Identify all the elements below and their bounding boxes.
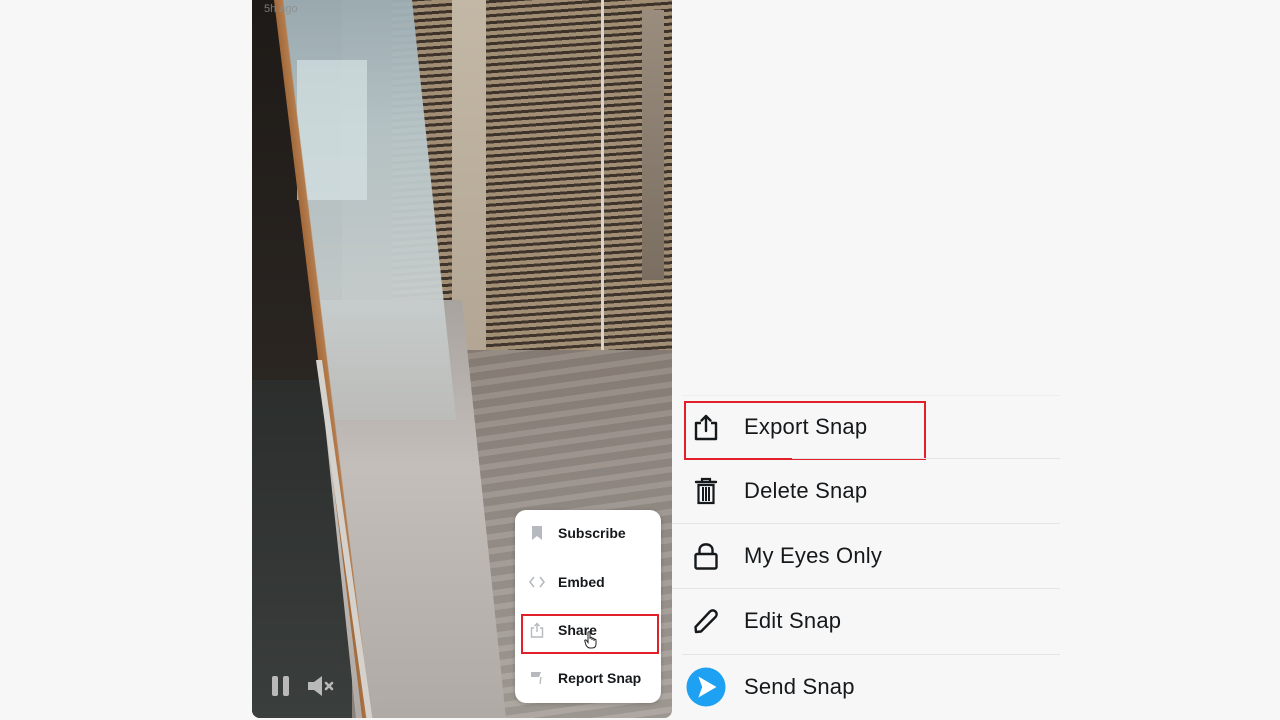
menu-item-label: Delete Snap — [744, 478, 868, 503]
popup-item-embed[interactable]: Embed — [515, 564, 661, 600]
menu-item-label: Send Snap — [744, 674, 855, 699]
pause-icon — [272, 676, 289, 696]
menu-item-label: Edit Snap — [744, 608, 842, 633]
mute-button[interactable] — [306, 674, 338, 698]
pencil-icon — [686, 601, 726, 641]
send-arrow-icon — [686, 667, 726, 707]
snap-action-menu: Export Snap Delete Snap My Eyes Only Edi… — [672, 395, 1060, 720]
export-highlight-box — [684, 401, 926, 460]
popup-item-label: Subscribe — [558, 525, 626, 541]
muted-speaker-icon — [308, 676, 334, 696]
code-brackets-icon — [529, 574, 545, 590]
menu-item-my-eyes-only[interactable]: My Eyes Only — [672, 524, 1060, 588]
hand-pointer-cursor-icon — [584, 631, 597, 649]
popup-item-label: Embed — [558, 574, 605, 590]
video-frame-line — [601, 0, 604, 350]
menu-item-delete-snap[interactable]: Delete Snap — [672, 459, 1060, 523]
menu-item-edit-snap[interactable]: Edit Snap — [672, 589, 1060, 653]
snap-timestamp: 5h ago — [264, 3, 298, 15]
bookmark-icon — [529, 525, 545, 541]
video-frame-column — [642, 10, 664, 280]
popup-item-label: Report Snap — [558, 670, 642, 686]
lock-icon — [686, 536, 726, 576]
video-controls — [270, 674, 338, 698]
pause-button[interactable] — [270, 674, 292, 698]
snap-options-popup: Subscribe Embed Share Report Snap — [515, 510, 661, 703]
menu-item-send-snap[interactable]: Send Snap — [672, 655, 1060, 719]
popup-item-subscribe[interactable]: Subscribe — [515, 515, 661, 551]
flag-icon — [529, 670, 545, 686]
snap-video-player[interactable]: 5h ago Subscribe Embed Share Report Snap — [252, 0, 672, 718]
trash-icon — [686, 471, 726, 511]
menu-item-label: My Eyes Only — [744, 543, 883, 568]
popup-item-report-snap[interactable]: Report Snap — [515, 660, 661, 696]
